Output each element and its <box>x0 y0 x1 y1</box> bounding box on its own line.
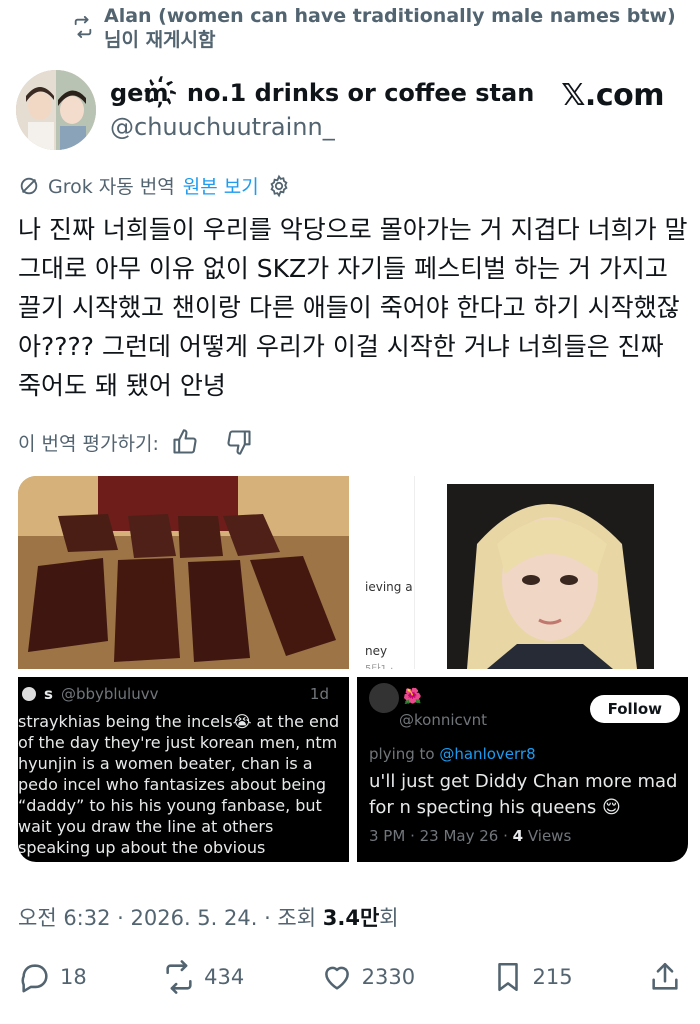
timestamp[interactable]: 오전 6:32 · 2026. 5. 24. · 조회 <box>18 906 323 930</box>
replying-handle[interactable]: @hanloverr8 <box>439 745 535 763</box>
reply-icon <box>21 964 48 993</box>
reply-button[interactable]: 18 <box>18 960 87 994</box>
repost-count: 434 <box>204 965 245 989</box>
thumbs-down-icon[interactable] <box>225 428 253 456</box>
media-embedded-tweet-2[interactable]: 🌺 @konnicvnt Follow plying to @hanloverr… <box>349 677 688 862</box>
snippet-text-c: 5타1 · . <box>365 660 400 669</box>
embedded-time-2: 3 PM · 23 May 26 · <box>369 827 513 845</box>
replying-to: plying to @hanloverr8 <box>369 745 536 763</box>
media-screenshot-photo[interactable]: ieving a ney 5타1 · . <box>357 476 688 669</box>
follow-button[interactable]: Follow <box>589 695 680 723</box>
embedded-user: s <box>44 685 53 703</box>
repost-button[interactable]: 434 <box>162 960 244 994</box>
media-embedded-tweet-1[interactable]: s @bbybluluvv 1d straykhias being the in… <box>18 677 349 862</box>
embedded-emoji: 🌺 <box>403 687 422 705</box>
media-coffins-photo[interactable] <box>18 476 349 669</box>
embedded-views-label: Views <box>523 827 572 845</box>
embedded-views-count: 4 <box>512 827 524 845</box>
bookmark-icon <box>497 962 518 992</box>
repost-header[interactable]: Alan (women can have traditionally male … <box>72 4 676 52</box>
like-count: 2330 <box>361 965 416 989</box>
bookmark-button[interactable]: 215 <box>491 960 573 994</box>
avatar[interactable] <box>16 70 96 150</box>
thumbs-up-icon[interactable] <box>171 428 199 456</box>
reply-count: 18 <box>60 965 87 989</box>
replying-prefix: plying to <box>369 745 440 763</box>
repost-action-icon <box>166 960 192 994</box>
view-count: 3.4만 <box>322 906 380 930</box>
like-icon <box>324 966 349 990</box>
x-logo: 𝕏.com <box>561 78 664 113</box>
repost-icon <box>74 16 92 38</box>
embedded-text-2: u'll just get Diddy Chan more mad for n … <box>369 771 678 818</box>
embedded-handle-2: @konnicvnt <box>399 711 488 729</box>
embedded-meta-2: 3 PM · 23 May 26 · 4 Views <box>369 827 571 845</box>
timestamp-row: 오전 6:32 · 2026. 5. 24. · 조회 3.4만회 <box>18 902 399 932</box>
translation-bar: Grok 자동 번역 원본 보기 <box>18 172 291 199</box>
rate-label: 이 번역 평가하기: <box>18 432 159 455</box>
share-button[interactable] <box>648 960 682 994</box>
bookmark-count: 215 <box>532 965 573 989</box>
media-grid: ieving a ney 5타1 · . s @bbybluluvv 1d st… <box>18 476 688 862</box>
gear-icon[interactable] <box>267 174 291 198</box>
embedded-handle: @bbybluluvv <box>60 685 159 703</box>
display-name[interactable]: gem҉ no.1 drinks or coffee stan <box>110 78 534 108</box>
embedded-avatar-2 <box>369 683 399 713</box>
translation-label: Grok 자동 번역 <box>48 176 175 198</box>
face-photo <box>447 484 654 669</box>
grok-icon <box>20 177 38 194</box>
repost-user-name: Alan (women can have traditionally male … <box>104 5 676 27</box>
embedded-text: straykhias being the incels😭 at the end … <box>18 712 340 862</box>
share-icon <box>652 962 678 990</box>
user-handle[interactable]: @chuuchuutrainn_ <box>110 112 534 142</box>
view-suffix: 회 <box>379 906 399 930</box>
repost-label: Alan (women can have traditionally male … <box>104 4 676 52</box>
embedded-age: 1d <box>309 685 329 703</box>
snippet-text-a: ieving a <box>365 580 413 594</box>
embedded-avatar <box>22 687 36 701</box>
show-original-link[interactable]: 원본 보기 <box>183 172 259 199</box>
rate-translation: 이 번역 평가하기: <box>18 428 253 456</box>
snippet-text-b: ney <box>365 644 388 658</box>
action-bar: 18 434 2330 215 <box>18 960 682 994</box>
tweet-text: 나 진짜 너희들이 우리를 악당으로 몰아가는 거 지겹다 너희가 말 그대로 … <box>18 215 688 400</box>
author-block: gem҉ no.1 drinks or coffee stan @chuuchu… <box>16 70 534 150</box>
like-button[interactable]: 2330 <box>320 960 415 994</box>
repost-suffix: 님이 재게시함 <box>104 29 216 51</box>
